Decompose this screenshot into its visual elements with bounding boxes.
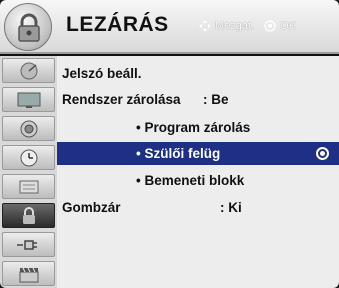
input-block-label: • Bemeneti blokk	[136, 173, 245, 188]
sidebar-item-input[interactable]	[2, 232, 55, 257]
sidebar-item-option[interactable]	[2, 174, 55, 199]
password-label: Jelszó beáll.	[62, 66, 142, 81]
sidebar-item-time[interactable]	[2, 145, 55, 170]
clock-icon	[20, 149, 37, 166]
lock-settings-list: Jelszó beáll. Rendszer zárolása : Be • P…	[57, 56, 339, 288]
system-lock-row[interactable]: Rendszer zárolása : Be	[57, 88, 339, 111]
settings-panel-icon	[19, 180, 38, 193]
program-lock-label: • Program zárolás	[136, 120, 251, 135]
clapperboard-icon	[19, 267, 38, 282]
plug-icon	[16, 239, 37, 250]
menu-header: LEZÁRÁS Mozgat. OK	[0, 0, 339, 54]
key-lock-row[interactable]: Gombzár : Ki	[57, 196, 339, 219]
key-lock-value: : Ki	[220, 200, 242, 215]
program-lock-row[interactable]: • Program zárolás	[57, 116, 339, 139]
lock-menu-window: LEZÁRÁS Mozgat. OK Jelszó beáll. Rendsze…	[0, 0, 339, 288]
menu-title: LEZÁRÁS	[66, 13, 169, 36]
satellite-dish-icon	[20, 62, 37, 79]
move-hint-label: Mozgat.	[215, 20, 255, 32]
parental-control-label: • Szülői felüg	[136, 146, 221, 161]
ok-hint-label: OK	[280, 20, 297, 32]
category-sidebar	[0, 56, 57, 288]
lock-icon	[4, 3, 52, 51]
key-lock-label: Gombzár	[62, 200, 121, 215]
ok-circle-icon	[264, 20, 276, 32]
arrows-icon	[199, 20, 211, 32]
sidebar-item-picture[interactable]	[2, 87, 55, 112]
system-lock-value: : Be	[203, 92, 229, 107]
system-lock-label: Rendszer zárolása	[62, 92, 181, 107]
sidebar-item-media[interactable]	[2, 261, 55, 286]
lock-icon	[22, 206, 35, 224]
parental-control-row[interactable]: • Szülői felüg	[57, 142, 339, 165]
input-block-row[interactable]: • Bemeneti blokk	[57, 169, 339, 192]
sidebar-item-lock[interactable]	[2, 203, 55, 228]
tv-screen-icon	[17, 92, 40, 108]
selected-radio-icon	[316, 147, 329, 160]
sidebar-item-audio[interactable]	[2, 116, 55, 141]
password-row[interactable]: Jelszó beáll.	[57, 62, 339, 85]
speaker-icon	[20, 120, 37, 137]
sidebar-item-channel[interactable]	[2, 58, 55, 83]
navigation-hints: Mozgat. OK	[199, 20, 296, 32]
